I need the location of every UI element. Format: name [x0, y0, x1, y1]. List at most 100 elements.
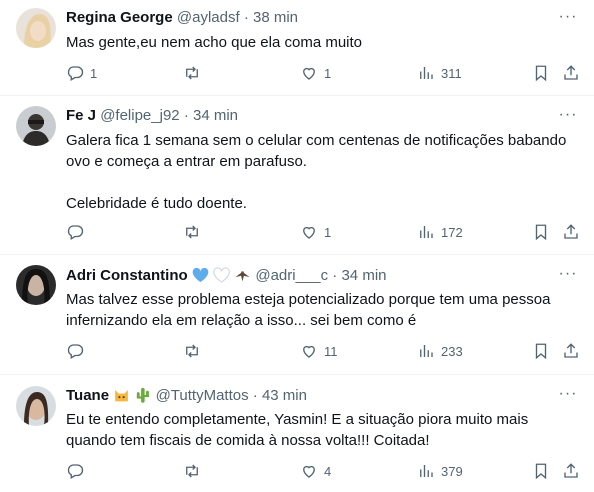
author-handle[interactable]: @ayladsf [177, 9, 240, 26]
like-count: 4 [324, 463, 332, 479]
cactus-icon [134, 387, 151, 409]
tweet[interactable]: Regina George @ayladsf · 38 min ··· Mas … [0, 0, 594, 96]
like-button[interactable]: 4 [300, 462, 331, 480]
separator-dot: · [332, 267, 338, 284]
heart-icon [303, 226, 315, 239]
reply-button[interactable] [66, 462, 90, 480]
more-options-icon[interactable]: ··· [558, 266, 578, 287]
bookmark-button[interactable] [532, 342, 550, 360]
action-bar: 1 1 311 [66, 64, 586, 84]
avatar[interactable] [16, 265, 56, 305]
share-icon [564, 224, 578, 239]
heart-icon [303, 67, 315, 80]
timestamp[interactable]: 34 min [341, 267, 386, 284]
tweet-text-line: Mas talvez esse problema esteja potencia… [66, 291, 551, 308]
share-button[interactable] [562, 223, 580, 241]
tweet-text-line: Galera fica 1 semana sem o celular com c… [66, 132, 567, 149]
tweet-text-line: Eu te entendo completamente, Yasmin! E a… [66, 411, 529, 428]
white-heart-icon [213, 267, 230, 289]
views-chart-icon [420, 345, 433, 357]
bookmark-button[interactable] [532, 223, 550, 241]
tweet-text-line: Mas gente,eu nem acho que ela coma muito [66, 34, 363, 51]
author-handle[interactable]: @adri___c [255, 267, 328, 284]
tweet[interactable]: Tuane @TuttyMattos · 43 min ··· Eu te en… [0, 375, 594, 492]
avatar[interactable] [16, 8, 56, 48]
like-button[interactable]: 1 [300, 223, 331, 241]
retweet-icon [186, 344, 198, 358]
separator-dot: · [243, 9, 249, 26]
action-bar: 4 379 [66, 462, 586, 482]
bookmark-icon [535, 343, 547, 360]
retweet-button[interactable] [183, 223, 201, 241]
views-button[interactable]: 379 [417, 462, 463, 480]
author-handle[interactable]: @TuttyMattos [156, 387, 249, 404]
reply-button[interactable] [66, 342, 90, 360]
avatar[interactable] [16, 386, 56, 426]
heart-icon [303, 465, 315, 478]
reply-button[interactable]: 1 [66, 64, 97, 82]
share-button[interactable] [562, 462, 580, 480]
tweet-text: Mas gente,eu nem acho que ela coma muito [66, 32, 578, 53]
share-button[interactable] [562, 342, 580, 360]
blue-heart-icon [192, 267, 209, 289]
like-count: 11 [324, 343, 338, 359]
share-button[interactable] [562, 64, 580, 82]
views-chart-icon [420, 226, 433, 238]
views-button[interactable]: 172 [417, 223, 463, 241]
more-options-icon[interactable]: ··· [558, 9, 578, 30]
view-count: 233 [441, 343, 463, 359]
retweet-icon [186, 225, 198, 239]
author-name[interactable]: Tuane [66, 387, 109, 404]
tweet[interactable]: Adri Constantino @adri___c · 34 min ··· … [0, 255, 594, 375]
action-bar: 1 172 [66, 223, 586, 243]
reply-count: 1 [90, 65, 98, 81]
bookmark-button[interactable] [532, 64, 550, 82]
separator-dot: · [183, 107, 189, 124]
like-count: 1 [324, 65, 332, 81]
tweet-text: Galera fica 1 semana sem o celular com c… [66, 130, 578, 214]
reply-button[interactable] [66, 223, 90, 241]
tweet-text-line: Celebridade é tudo doente. [66, 195, 247, 212]
views-button[interactable]: 233 [417, 342, 463, 360]
share-icon [564, 65, 578, 80]
like-button[interactable]: 1 [300, 64, 331, 82]
timestamp[interactable]: 38 min [253, 9, 298, 26]
author-name[interactable]: Fe J [66, 107, 96, 124]
view-count: 172 [441, 224, 463, 240]
author-name[interactable]: Regina George [66, 9, 173, 26]
bookmark-icon [535, 463, 547, 480]
avatar[interactable] [16, 106, 56, 146]
bookmark-button[interactable] [532, 462, 550, 480]
tweet-text: Mas talvez esse problema esteja potencia… [66, 289, 578, 331]
more-options-icon[interactable]: ··· [558, 386, 578, 407]
retweet-icon [186, 66, 198, 80]
author-handle[interactable]: @felipe_j92 [100, 107, 179, 124]
eagle-icon [234, 267, 251, 289]
tweet-text-line: ovo e começa a entrar em parafuso. [66, 153, 307, 170]
tweet[interactable]: Fe J @felipe_j92 · 34 min ··· Galera fic… [0, 96, 594, 255]
views-chart-icon [420, 67, 433, 79]
reply-icon [67, 66, 84, 81]
view-count: 379 [441, 463, 463, 479]
retweet-button[interactable] [183, 64, 201, 82]
heart-icon [303, 345, 315, 358]
tweet-text-line: quando tem fiscais de comida à nossa vol… [66, 432, 430, 449]
retweet-button[interactable] [183, 462, 201, 480]
timestamp[interactable]: 34 min [193, 107, 238, 124]
bookmark-icon [535, 224, 547, 241]
retweet-button[interactable] [183, 342, 201, 360]
reply-icon [67, 344, 84, 359]
separator-dot: · [252, 387, 258, 404]
like-button[interactable]: 11 [300, 342, 338, 360]
tweet-text-line [66, 172, 578, 193]
timestamp[interactable]: 43 min [262, 387, 307, 404]
views-chart-icon [420, 465, 433, 477]
tweet-text: Eu te entendo completamente, Yasmin! E a… [66, 409, 578, 451]
view-count: 311 [441, 65, 462, 81]
author-name[interactable]: Adri Constantino [66, 267, 188, 284]
views-button[interactable]: 311 [417, 64, 462, 82]
cat-face-icon [113, 387, 130, 409]
reply-icon [67, 225, 84, 240]
more-options-icon[interactable]: ··· [558, 107, 578, 128]
bookmark-icon [535, 65, 547, 82]
